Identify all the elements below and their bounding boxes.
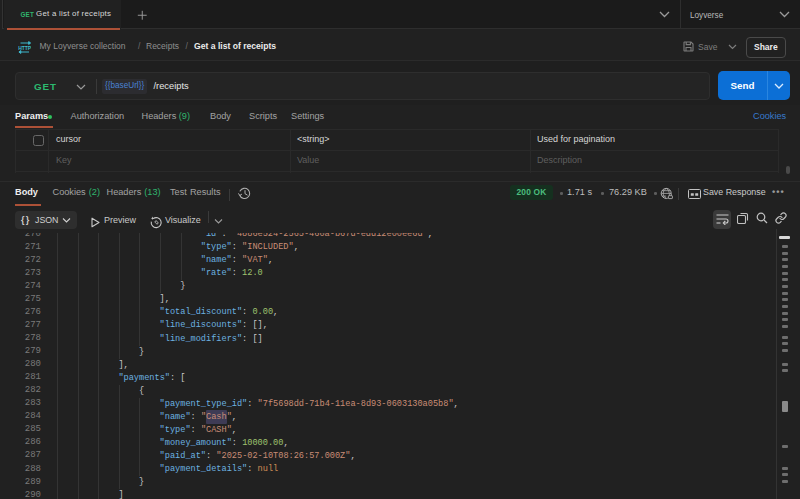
svg-text:HTTP: HTTP — [18, 45, 31, 51]
